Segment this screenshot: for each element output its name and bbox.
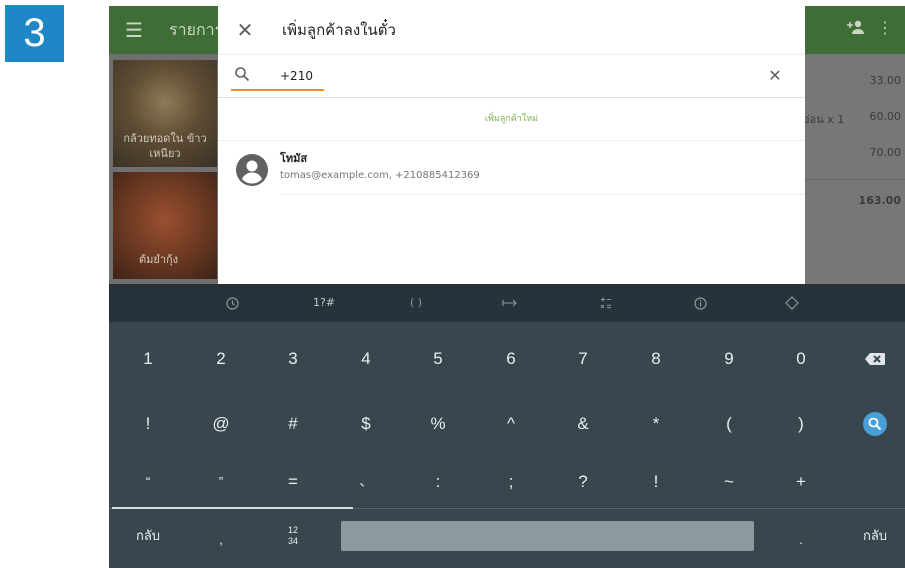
key-7[interactable]: 7 [553, 339, 613, 379]
key-at[interactable]: @ [191, 404, 251, 444]
layout-switch-key[interactable]: 12 34 [263, 516, 323, 556]
key-open-paren[interactable]: ( [699, 404, 759, 444]
add-person-icon [847, 19, 865, 40]
add-customer-dialog: ✕ เพิ่มลูกค้าลงในตั๋ว ✕ เพิ่มลูกค้าใหม่ … [218, 6, 805, 284]
key-equals[interactable]: = [263, 462, 323, 502]
back-key[interactable]: กลับ [118, 516, 178, 556]
menu-tile-label: ต้มยำกุ้ง [139, 253, 179, 266]
key-comma[interactable]: , [191, 520, 251, 560]
brackets-tab[interactable]: ( ) [396, 284, 436, 322]
key-colon[interactable]: : [408, 462, 468, 502]
order-line-text: อ่อน x 1 [803, 113, 845, 126]
key-6[interactable]: 6 [481, 339, 541, 379]
add-new-customer-button[interactable]: เพิ่มลูกค้าใหม่ [218, 98, 805, 141]
order-line-amount: 70.00 [869, 146, 902, 159]
step-number-badge: 3 [5, 5, 64, 62]
clear-icon[interactable]: ✕ [765, 66, 785, 86]
menu-tile: กล้วยทอดใน ข้าวเหนียว [113, 60, 217, 167]
search-underline [231, 89, 324, 91]
math-icon[interactable] [586, 284, 626, 322]
key-2[interactable]: 2 [191, 339, 251, 379]
space-key[interactable] [341, 521, 754, 551]
key-ideographic-comma[interactable]: 、 [336, 462, 396, 502]
key-close-paren[interactable]: ) [771, 404, 831, 444]
account-circle-icon [236, 154, 268, 186]
key-4[interactable]: 4 [336, 339, 396, 379]
divider [280, 194, 805, 195]
customer-detail: tomas@example.com, +210885412369 [280, 170, 480, 181]
key-open-quote[interactable]: “ [118, 462, 178, 502]
search-icon [235, 67, 250, 82]
order-divider [805, 179, 905, 180]
key-period[interactable]: . [771, 520, 831, 560]
info-icon[interactable] [680, 284, 720, 322]
key-3[interactable]: 3 [263, 339, 323, 379]
more-vert-icon: ⋮ [877, 18, 893, 37]
menu-tile-label: กล้วยทอดใน ข้าวเหนียว [123, 132, 207, 160]
key-exclamation-2[interactable]: ! [626, 462, 686, 502]
order-total: 163.00 [858, 194, 901, 207]
search-input[interactable] [280, 66, 580, 86]
key-plus[interactable]: + [771, 462, 831, 502]
key-percent[interactable]: % [408, 404, 468, 444]
key-hash[interactable]: # [263, 404, 323, 444]
menu-tile: ต้มยำกุ้ง [113, 172, 217, 279]
key-5[interactable]: 5 [408, 339, 468, 379]
key-asterisk[interactable]: * [626, 404, 686, 444]
key-close-quote[interactable]: ” [191, 462, 251, 502]
back-key-right[interactable]: กลับ [845, 516, 905, 556]
menu-icon: ☰ [125, 18, 143, 42]
key-ampersand[interactable]: & [553, 404, 613, 444]
customer-list-item[interactable]: โทมัส tomas@example.com, +210885412369 [218, 141, 805, 195]
key-exclamation[interactable]: ! [118, 404, 178, 444]
dialog-title: เพิ่มลูกค้าลงในตั๋ว [282, 21, 396, 39]
key-1[interactable]: 1 [118, 339, 178, 379]
clock-icon[interactable] [212, 284, 252, 322]
key-semicolon[interactable]: ; [481, 462, 541, 502]
search-bar: ✕ [218, 55, 805, 98]
keyboard-top-row: 1?# ( ) [109, 284, 905, 322]
order-panel: 33.00 อ่อน x 1 60.00 70.00 163.00 [803, 54, 905, 290]
on-screen-keyboard: 1?# ( ) 1 2 3 4 5 6 7 8 9 0 ! @ # $ % ^ … [109, 284, 905, 568]
diamond-icon[interactable] [772, 284, 812, 322]
symbols-tab[interactable]: 1?# [304, 284, 344, 322]
key-caret[interactable]: ^ [481, 404, 541, 444]
tablet-screen: ☰ รายการ ⋮ กล้วยทอดใน ข้าวเหนียว ต้มยำกุ… [109, 6, 905, 568]
keyboard-page-indicator [112, 507, 353, 509]
order-line-amount: 33.00 [869, 74, 902, 87]
search-key-icon[interactable] [863, 412, 887, 436]
key-dollar[interactable]: $ [336, 404, 396, 444]
order-line-amount: 60.00 [869, 110, 902, 123]
arrows-icon[interactable] [490, 284, 530, 322]
key-tilde[interactable]: ~ [699, 462, 759, 502]
key-0[interactable]: 0 [771, 339, 831, 379]
key-question[interactable]: ? [553, 462, 613, 502]
background-app-title: รายการ [169, 20, 224, 39]
key-8[interactable]: 8 [626, 339, 686, 379]
customer-name: โทมัส [280, 152, 308, 165]
dialog-header: ✕ เพิ่มลูกค้าลงในตั๋ว [218, 6, 805, 55]
key-9[interactable]: 9 [699, 339, 759, 379]
backspace-icon[interactable] [863, 347, 887, 371]
close-icon[interactable]: ✕ [233, 18, 257, 42]
